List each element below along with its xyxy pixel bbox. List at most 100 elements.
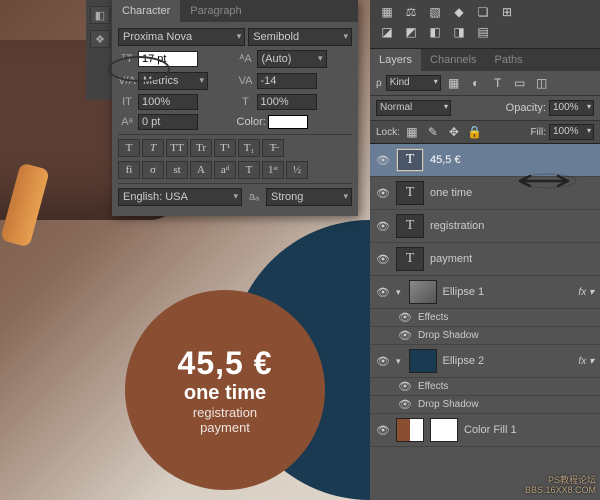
baseline-input[interactable] — [138, 114, 198, 130]
layer-thumbnail-fill — [396, 418, 424, 442]
type-btn[interactable]: TT — [166, 139, 188, 157]
layer-name[interactable]: registration — [430, 220, 594, 232]
layer-thumbnail-type: T — [396, 181, 424, 205]
layer-effect-row[interactable]: 👁Drop Shadow — [370, 327, 600, 345]
layer-name[interactable]: payment — [430, 253, 594, 265]
tool-icon[interactable]: ▦ — [378, 4, 396, 20]
layer-name[interactable]: Color Fill 1 — [464, 424, 594, 436]
tab-paths[interactable]: Paths — [486, 49, 532, 71]
font-size-input[interactable] — [138, 51, 198, 67]
tool-icon[interactable]: ▤ — [474, 24, 492, 40]
price-text[interactable]: 45,5 € — [178, 345, 273, 382]
leading-dropdown[interactable]: (Auto) — [257, 50, 327, 68]
type-btn[interactable]: Tr — [190, 139, 212, 157]
fill-input[interactable]: 100% — [549, 124, 594, 140]
layer-effect-row[interactable]: 👁Effects — [370, 378, 600, 396]
aa-icon: aₐ — [245, 190, 263, 204]
layer-name[interactable]: Ellipse 2 — [443, 355, 573, 367]
color-swatch[interactable] — [268, 115, 308, 129]
fx-badge[interactable]: fx ▾ — [578, 356, 594, 367]
visibility-icon[interactable]: 👁 — [398, 380, 412, 393]
fill-label: Fill: — [530, 127, 546, 138]
chevron-down-icon[interactable]: ▾ — [396, 356, 401, 367]
filter-pixel-icon[interactable]: ▦ — [445, 75, 463, 91]
tool-icon[interactable]: ◩ — [402, 24, 420, 40]
vertical-icon[interactable]: ◧ — [90, 6, 110, 24]
type-btn[interactable]: aᵈ — [214, 161, 236, 179]
type-btn[interactable]: T — [238, 161, 260, 179]
tab-paragraph[interactable]: Paragraph — [180, 0, 251, 22]
type-btn[interactable]: ½ — [286, 161, 308, 179]
visibility-icon[interactable]: 👁 — [398, 329, 412, 342]
tab-channels[interactable]: Channels — [421, 49, 485, 71]
tool-icon[interactable]: ◆ — [450, 4, 468, 20]
layer-row[interactable]: 👁 T one time — [370, 177, 600, 210]
tab-layers[interactable]: Layers — [370, 49, 421, 71]
lock-position-icon[interactable]: ✥ — [445, 124, 463, 140]
layer-effect-row[interactable]: 👁Drop Shadow — [370, 396, 600, 414]
opacity-input[interactable]: 100% — [549, 100, 594, 116]
type-btn[interactable]: A — [190, 161, 212, 179]
visibility-icon[interactable]: 👁 — [376, 253, 390, 266]
tracking-input[interactable] — [257, 73, 317, 89]
type-btn[interactable]: 1ˢᵗ — [262, 161, 284, 179]
vertical-icon[interactable]: ❖ — [90, 30, 110, 48]
layer-row[interactable]: 👁 T registration — [370, 210, 600, 243]
payment-text: payment — [200, 420, 250, 435]
blend-mode-dropdown[interactable]: Normal — [376, 100, 451, 116]
layer-row[interactable]: 👁 ▾ Ellipse 2 fx ▾ — [370, 345, 600, 378]
kerning-dropdown[interactable]: Metrics — [138, 72, 208, 90]
lock-pixels-icon[interactable]: ✎ — [424, 124, 442, 140]
chevron-down-icon[interactable]: ▾ — [396, 287, 401, 298]
layer-name[interactable]: Ellipse 1 — [443, 286, 573, 298]
type-btn[interactable]: fi — [118, 161, 140, 179]
lock-transparency-icon[interactable]: ▦ — [403, 124, 421, 140]
tool-icon[interactable]: ▧ — [426, 4, 444, 20]
tool-icon[interactable]: ⚖ — [402, 4, 420, 20]
lock-all-icon[interactable]: 🔒 — [466, 124, 484, 140]
hscale-input[interactable] — [257, 94, 317, 110]
visibility-icon[interactable]: 👁 — [398, 398, 412, 411]
language-dropdown[interactable]: English: USA — [118, 188, 242, 206]
type-btn[interactable]: T¹ — [214, 139, 236, 157]
tool-icon[interactable]: ◧ — [426, 24, 444, 40]
visibility-icon[interactable]: 👁 — [376, 220, 390, 233]
type-btn[interactable]: T — [118, 139, 140, 157]
visibility-icon[interactable]: 👁 — [398, 311, 412, 324]
tool-icon[interactable]: ❏ — [474, 4, 492, 20]
type-btn[interactable]: T — [142, 139, 164, 157]
visibility-icon[interactable]: 👁 — [376, 286, 390, 299]
layer-row[interactable]: 👁 T 45,5 € — [370, 144, 600, 177]
filter-smart-icon[interactable]: ◫ — [533, 75, 551, 91]
baseline-icon: Aᵃ — [118, 115, 136, 129]
visibility-icon[interactable]: 👁 — [376, 355, 390, 368]
layer-row[interactable]: 👁 ▾ Ellipse 1 fx ▾ — [370, 276, 600, 309]
type-btn[interactable]: T₁ — [238, 139, 260, 157]
font-style-dropdown[interactable]: Semibold — [248, 28, 352, 46]
filter-type-icon[interactable]: T — [489, 75, 507, 91]
filter-shape-icon[interactable]: ▭ — [511, 75, 529, 91]
filter-kind-dropdown[interactable]: Kind — [386, 75, 441, 91]
fx-badge[interactable]: fx ▾ — [578, 287, 594, 298]
tool-icon[interactable]: ◪ — [378, 24, 396, 40]
layer-name[interactable]: one time — [430, 187, 594, 199]
visibility-icon[interactable]: 👁 — [376, 424, 390, 437]
visibility-icon[interactable]: 👁 — [376, 154, 390, 167]
layer-effect-row[interactable]: 👁Effects — [370, 309, 600, 327]
filter-adjust-icon[interactable]: ◐ — [467, 75, 485, 91]
antialias-dropdown[interactable]: Strong — [266, 188, 352, 206]
tool-icon[interactable]: ⊞ — [498, 4, 516, 20]
type-btn[interactable]: T̶ — [262, 139, 284, 157]
layer-row[interactable]: 👁 Color Fill 1 — [370, 414, 600, 447]
layer-row[interactable]: 👁 T payment — [370, 243, 600, 276]
vscale-input[interactable] — [138, 94, 198, 110]
vertical-tool-strip: ◧ ❖ — [86, 0, 114, 100]
tool-icon[interactable]: ◨ — [450, 24, 468, 40]
type-btn[interactable]: σ — [142, 161, 164, 179]
visibility-icon[interactable]: 👁 — [376, 187, 390, 200]
font-family-dropdown[interactable]: Proxima Nova — [118, 28, 245, 46]
type-btn[interactable]: st — [166, 161, 188, 179]
tab-character[interactable]: Character — [112, 0, 180, 22]
layer-name[interactable]: 45,5 € — [430, 154, 594, 166]
one-time-text: one time — [184, 382, 266, 405]
